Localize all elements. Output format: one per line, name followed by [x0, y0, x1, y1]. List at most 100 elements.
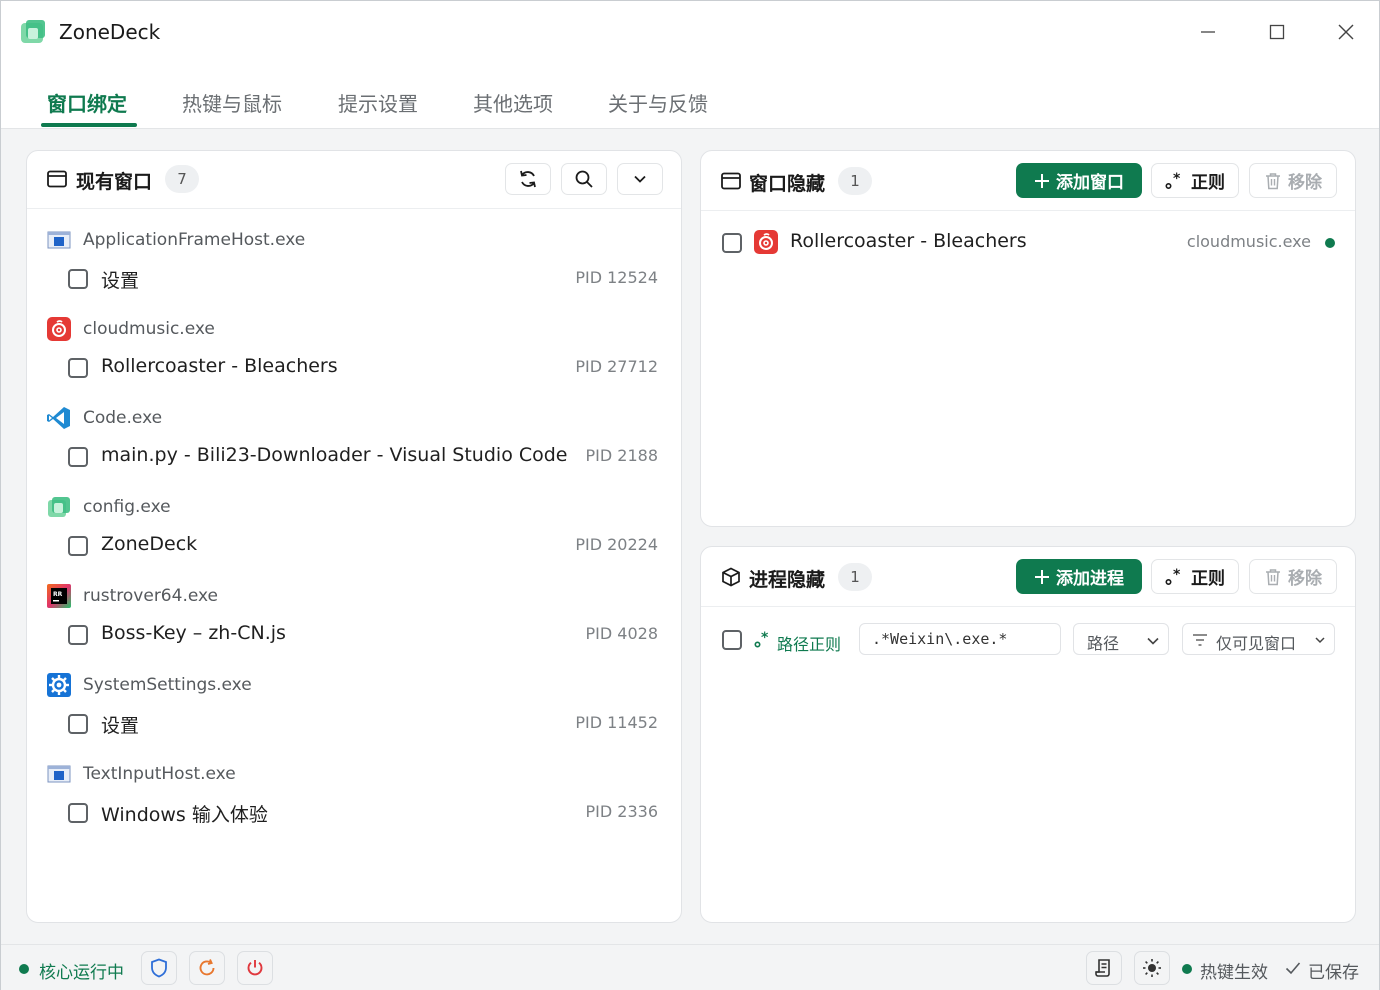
- tab-hotkeys[interactable]: 热键与鼠标: [182, 88, 282, 117]
- rule-type-label: 路径正则: [777, 635, 842, 654]
- sun-icon: [1143, 959, 1161, 977]
- restart-button[interactable]: [189, 951, 225, 985]
- process-row: cloudmusic.exe: [47, 315, 215, 343]
- window-checkbox[interactable]: [68, 447, 88, 467]
- plus-icon: [1035, 173, 1049, 188]
- settings-gear-icon: [47, 673, 71, 697]
- window-row[interactable]: 设置 PID 12524: [68, 265, 658, 295]
- check-icon: [1285, 962, 1301, 975]
- regex-icon: *: [1165, 568, 1181, 585]
- tab-about[interactable]: 关于与反馈: [608, 88, 708, 117]
- plus-icon: [1035, 569, 1049, 584]
- theme-toggle-button[interactable]: [1134, 951, 1170, 985]
- log-button[interactable]: [1086, 951, 1122, 985]
- restart-icon: [199, 959, 215, 976]
- window-checkbox[interactable]: [68, 358, 88, 378]
- window-title: 设置: [101, 270, 140, 292]
- chevron-down-icon: [634, 175, 646, 183]
- regex-label: 正则: [1191, 569, 1225, 589]
- process-row: Code.exe: [47, 404, 162, 432]
- window-row[interactable]: ZoneDeck PID 20224: [68, 532, 658, 562]
- chevron-down-icon: [1315, 637, 1325, 644]
- svg-text:*: *: [1173, 568, 1181, 583]
- process-row: TextInputHost.exe: [47, 760, 236, 788]
- close-button[interactable]: [1328, 15, 1364, 49]
- cloudmusic-icon: [754, 230, 778, 254]
- window-row[interactable]: 设置 PID 11452: [68, 710, 658, 740]
- remove-label: 移除: [1288, 569, 1322, 589]
- remove-process-button[interactable]: 移除: [1249, 559, 1337, 594]
- window-checkbox[interactable]: [68, 803, 88, 823]
- remove-label: 移除: [1288, 173, 1322, 193]
- protect-button[interactable]: [141, 951, 177, 985]
- maximize-button[interactable]: [1259, 15, 1295, 49]
- panel-header: 窗口隐藏 1 添加窗口 * 正则 移除: [701, 151, 1355, 211]
- svg-text:*: *: [1173, 172, 1181, 187]
- window-count-badge: 7: [165, 165, 199, 193]
- window-title: 设置: [101, 715, 140, 737]
- filter-select[interactable]: 仅可见窗口: [1182, 623, 1335, 655]
- remove-window-button[interactable]: 移除: [1249, 163, 1337, 198]
- power-button[interactable]: [237, 951, 273, 985]
- shield-icon: [151, 958, 167, 978]
- process-name: ApplicationFrameHost.exe: [83, 230, 306, 250]
- zonedeck-icon: [48, 497, 70, 517]
- tab-window-binding[interactable]: 窗口绑定: [47, 88, 127, 117]
- process-row: config.exe: [47, 493, 171, 521]
- window-checkbox[interactable]: [68, 269, 88, 289]
- window-checkbox[interactable]: [68, 714, 88, 734]
- search-icon: [575, 170, 593, 188]
- hotkey-status-dot: [1182, 964, 1192, 974]
- regex-button[interactable]: * 正则: [1151, 559, 1239, 594]
- existing-windows-panel: 现有窗口 7 ApplicationFrameHost.exe 设置 PID 1…: [26, 150, 682, 923]
- regex-button[interactable]: * 正则: [1151, 163, 1239, 198]
- window-icon: [721, 172, 741, 190]
- chevron-down-icon: [1147, 637, 1159, 645]
- window-row[interactable]: Windows 输入体验 PID 2336: [68, 799, 658, 829]
- window-title: Rollercoaster - Bleachers: [101, 355, 338, 377]
- window-icon: [47, 170, 67, 188]
- svg-text:*: *: [761, 631, 769, 646]
- add-window-button[interactable]: 添加窗口: [1016, 163, 1142, 198]
- expand-button[interactable]: [617, 163, 663, 195]
- process-row: SystemSettings.exe: [47, 671, 252, 699]
- process-rule-checkbox[interactable]: [722, 630, 742, 650]
- panel-title: 现有窗口: [76, 171, 153, 193]
- hidden-window-checkbox[interactable]: [722, 233, 742, 253]
- app-frame-icon: [47, 231, 71, 249]
- minimize-button[interactable]: [1190, 15, 1226, 49]
- tab-other-options[interactable]: 其他选项: [473, 88, 553, 117]
- window-pid: PID 4028: [585, 624, 659, 643]
- refresh-button[interactable]: [505, 163, 551, 195]
- match-field-select[interactable]: 路径: [1073, 623, 1169, 655]
- window-row[interactable]: Boss-Key – zh-CN.js PID 4028: [68, 621, 658, 651]
- window-title: Windows 输入体验: [101, 804, 268, 826]
- panel-title: 进程隐藏: [749, 569, 826, 591]
- power-icon: [247, 960, 263, 976]
- active-status-dot: [1325, 238, 1335, 248]
- window-checkbox[interactable]: [68, 625, 88, 645]
- refresh-icon: [520, 170, 536, 188]
- panel-header: 现有窗口 7: [27, 151, 681, 209]
- match-field-value: 路径: [1087, 634, 1120, 653]
- add-process-button[interactable]: 添加进程: [1016, 559, 1142, 594]
- trash-icon: [1266, 172, 1280, 189]
- window-row[interactable]: Rollercoaster - Bleachers PID 27712: [68, 354, 658, 384]
- active-tab-indicator: [41, 123, 137, 127]
- window-pid: PID 2336: [585, 802, 659, 821]
- maximize-icon: [1269, 24, 1285, 40]
- document-icon: [1095, 959, 1110, 977]
- search-button[interactable]: [561, 163, 607, 195]
- window-checkbox[interactable]: [68, 536, 88, 556]
- core-status-text: 核心运行中: [39, 963, 124, 983]
- regex-icon: *: [754, 631, 769, 648]
- tab-notifications[interactable]: 提示设置: [338, 88, 418, 117]
- hidden-window-row[interactable]: Rollercoaster - Bleachers cloudmusic.exe: [722, 229, 1335, 259]
- window-hide-panel: 窗口隐藏 1 添加窗口 * 正则 移除 Rollercoaster - Blea…: [700, 150, 1356, 527]
- process-name: rustrover64.exe: [83, 586, 219, 606]
- rule-pattern-input[interactable]: .*Weixin\.exe.*: [859, 623, 1061, 655]
- title-bar: ZoneDeck: [1, 1, 1379, 63]
- window-row[interactable]: main.py - Bili23-Downloader - Visual Stu…: [68, 443, 658, 473]
- cloudmusic-icon: [47, 317, 71, 341]
- tab-bar: 窗口绑定 热键与鼠标 提示设置 其他选项 关于与反馈: [1, 63, 1379, 129]
